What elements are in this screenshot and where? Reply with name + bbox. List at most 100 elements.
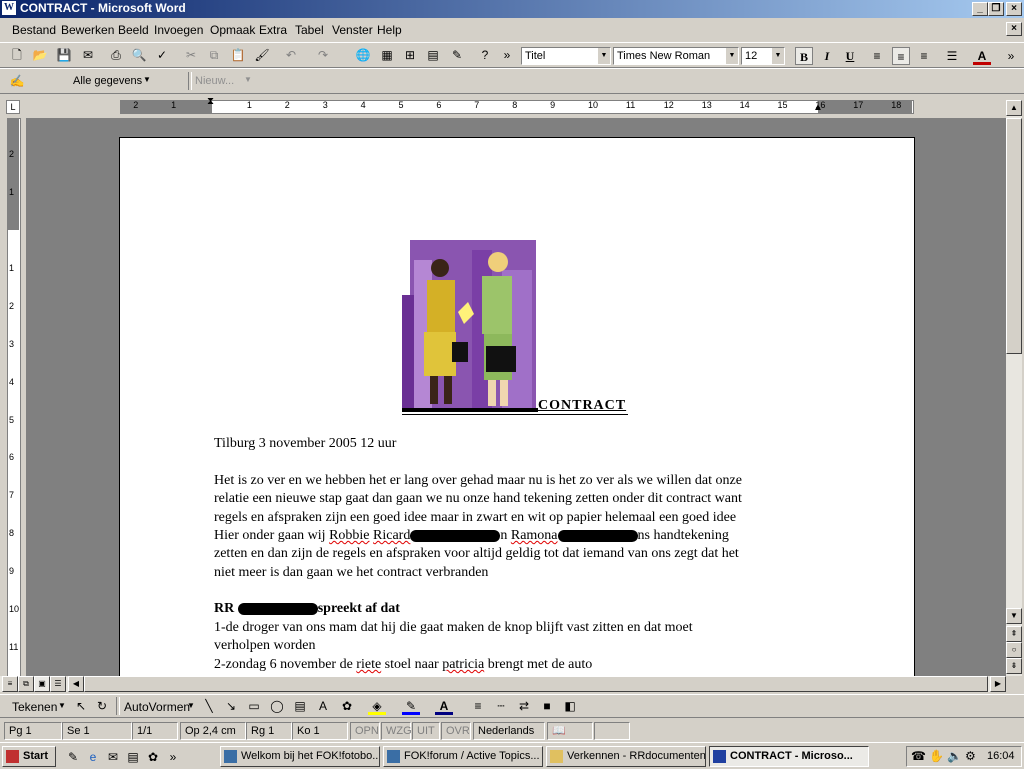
- autoshapes-menu-button[interactable]: AutoVormen: [124, 700, 190, 714]
- align-center-icon[interactable]: ≡: [892, 47, 910, 65]
- select-objects-icon[interactable]: ↖: [72, 697, 90, 715]
- font-select[interactable]: Times New Roman ▼: [613, 47, 739, 65]
- right-indent-marker-icon[interactable]: ▲: [813, 102, 823, 113]
- clock[interactable]: 16:04: [987, 750, 1015, 762]
- drawing-icon[interactable]: ✎: [448, 46, 466, 64]
- reviewing-icon[interactable]: ✍: [8, 72, 26, 90]
- status-ovr[interactable]: OVR: [441, 722, 471, 740]
- normal-view-icon[interactable]: ≡: [2, 676, 18, 692]
- redo-icon[interactable]: ↷: [314, 46, 332, 64]
- font-color-icon[interactable]: A: [973, 47, 991, 65]
- textbox-icon[interactable]: ▤: [291, 697, 309, 715]
- arrow-style-icon[interactable]: ⇄: [515, 697, 533, 715]
- toolbar-options-icon[interactable]: »: [1002, 47, 1020, 65]
- shadow-icon[interactable]: ■: [538, 697, 556, 715]
- horizontal-ruler[interactable]: L 2 1 1 2 3 4 5 6 7 8 9 10 11 12 13 14 15 16 17 18 ⧗ ▲: [0, 96, 1024, 118]
- italic-button[interactable]: I: [818, 47, 836, 65]
- status-page[interactable]: Pg 1: [4, 722, 62, 740]
- bold-button[interactable]: B: [795, 47, 813, 65]
- display-for-review-dropdown[interactable]: Alle gegevens: [73, 75, 142, 87]
- word-app-icon[interactable]: W: [2, 1, 16, 15]
- document-page[interactable]: CONTRACT Tilburg 3 november 2005 12 uur …: [119, 137, 915, 676]
- internet-explorer-icon[interactable]: e: [84, 748, 102, 766]
- underline-button[interactable]: U: [841, 47, 859, 65]
- print-layout-icon[interactable]: ▣: [34, 676, 50, 692]
- new-comment-button[interactable]: Nieuw...: [195, 75, 234, 87]
- print-icon[interactable]: ⎙: [107, 46, 125, 64]
- document-area[interactable]: CONTRACT Tilburg 3 november 2005 12 uur …: [26, 118, 1006, 676]
- draw-menu-button[interactable]: Tekenen: [12, 700, 57, 714]
- hscroll-thumb[interactable]: [84, 676, 988, 692]
- vertical-ruler[interactable]: 2 1 1 2 3 4 5 6 7 8 9 10 11: [4, 118, 22, 678]
- cut-icon[interactable]: ✂: [182, 46, 200, 64]
- menu-venster[interactable]: Venster: [332, 23, 373, 37]
- email-icon[interactable]: ✉: [79, 46, 97, 64]
- font-color-icon[interactable]: A: [435, 697, 453, 715]
- quicklaunch-app-icon[interactable]: ✿: [144, 748, 162, 766]
- previous-page-icon[interactable]: ⇞: [1006, 626, 1022, 642]
- task-button-fok-fotoboek[interactable]: Welkom bij het FOK!fotobo...: [220, 746, 380, 767]
- chevron-down-icon[interactable]: ▼: [244, 75, 252, 84]
- quicklaunch-more-icon[interactable]: »: [164, 748, 182, 766]
- open-folder-icon[interactable]: 📂: [31, 46, 49, 64]
- chevron-down-icon[interactable]: ▼: [725, 48, 738, 64]
- status-trk[interactable]: WZG: [381, 722, 412, 740]
- outlook-icon[interactable]: ✉: [104, 748, 122, 766]
- scroll-up-icon[interactable]: ▲: [1006, 100, 1022, 116]
- scroll-down-icon[interactable]: ▼: [1006, 608, 1022, 624]
- line-icon[interactable]: ╲: [200, 697, 218, 715]
- bullets-icon[interactable]: ☰: [943, 47, 961, 65]
- new-document-icon[interactable]: 🗋: [8, 46, 26, 64]
- task-button-fok-forum[interactable]: FOK!forum / Active Topics...: [383, 746, 543, 767]
- font-size-select[interactable]: 12 ▼: [741, 47, 785, 65]
- tray-icon[interactable]: ✋: [929, 749, 944, 763]
- vertical-scrollbar[interactable]: ▲ ▼ ⇞ ○ ⇟: [1006, 100, 1022, 676]
- task-button-explorer[interactable]: Verkennen - RRdocumenten: [546, 746, 706, 767]
- horizontal-scrollbar[interactable]: ≡ ⧉ ▣ ☰ ◀ ▶: [0, 676, 1006, 692]
- document-close-button[interactable]: ×: [1006, 22, 1022, 36]
- restore-button[interactable]: ❐: [988, 2, 1004, 16]
- status-rec[interactable]: OPN: [350, 722, 380, 740]
- tables-borders-icon[interactable]: ▦: [378, 46, 396, 64]
- spelling-status-icon[interactable]: 📖: [547, 722, 593, 740]
- chevron-down-icon[interactable]: ▼: [143, 75, 151, 84]
- menu-extra[interactable]: Extra: [259, 23, 287, 37]
- close-button[interactable]: ×: [1006, 2, 1022, 16]
- status-ext[interactable]: UIT: [412, 722, 440, 740]
- chevron-down-icon[interactable]: ▼: [597, 48, 610, 64]
- dash-style-icon[interactable]: ┄: [492, 697, 510, 715]
- fill-color-icon[interactable]: ◈: [368, 697, 386, 715]
- clipart-icon[interactable]: ✿: [338, 697, 356, 715]
- start-button[interactable]: Start: [2, 746, 56, 767]
- chevron-down-icon[interactable]: ▼: [771, 48, 784, 64]
- quicklaunch-app-icon[interactable]: ▤: [124, 748, 142, 766]
- rectangle-icon[interactable]: ▭: [245, 697, 263, 715]
- copy-icon[interactable]: ⧉: [205, 46, 223, 64]
- wordart-icon[interactable]: A: [314, 697, 332, 715]
- select-browse-object-icon[interactable]: ○: [1006, 642, 1022, 658]
- outline-view-icon[interactable]: ☰: [50, 676, 66, 692]
- handshake-clipart[interactable]: [402, 240, 538, 412]
- tray-icon[interactable]: ⚙: [965, 749, 976, 763]
- line-color-icon[interactable]: ✎: [402, 697, 420, 715]
- format-painter-icon[interactable]: 🖌: [253, 46, 271, 64]
- free-rotate-icon[interactable]: ↻: [93, 697, 111, 715]
- menu-bewerken[interactable]: Bewerken: [61, 23, 114, 37]
- menu-help[interactable]: Help: [377, 23, 402, 37]
- insert-table-icon[interactable]: ⊞: [401, 46, 419, 64]
- status-column[interactable]: Ko 1: [292, 722, 348, 740]
- scroll-thumb[interactable]: [1006, 118, 1022, 354]
- align-left-icon[interactable]: ≡: [868, 47, 886, 65]
- style-select[interactable]: Titel ▼: [521, 47, 611, 65]
- hyperlink-icon[interactable]: 🌐: [354, 46, 372, 64]
- insert-excel-icon[interactable]: ▤: [424, 46, 442, 64]
- spelling-icon[interactable]: ✓: [153, 46, 171, 64]
- status-position[interactable]: Op 2,4 cm: [180, 722, 246, 740]
- paste-icon[interactable]: 📋: [229, 46, 247, 64]
- 3d-icon[interactable]: ◧: [561, 697, 579, 715]
- web-layout-icon[interactable]: ⧉: [18, 676, 34, 692]
- menu-tabel[interactable]: Tabel: [295, 23, 324, 37]
- print-preview-icon[interactable]: 🔍: [130, 46, 148, 64]
- next-page-icon[interactable]: ⇟: [1006, 658, 1022, 674]
- tray-icon[interactable]: ☎: [911, 749, 926, 763]
